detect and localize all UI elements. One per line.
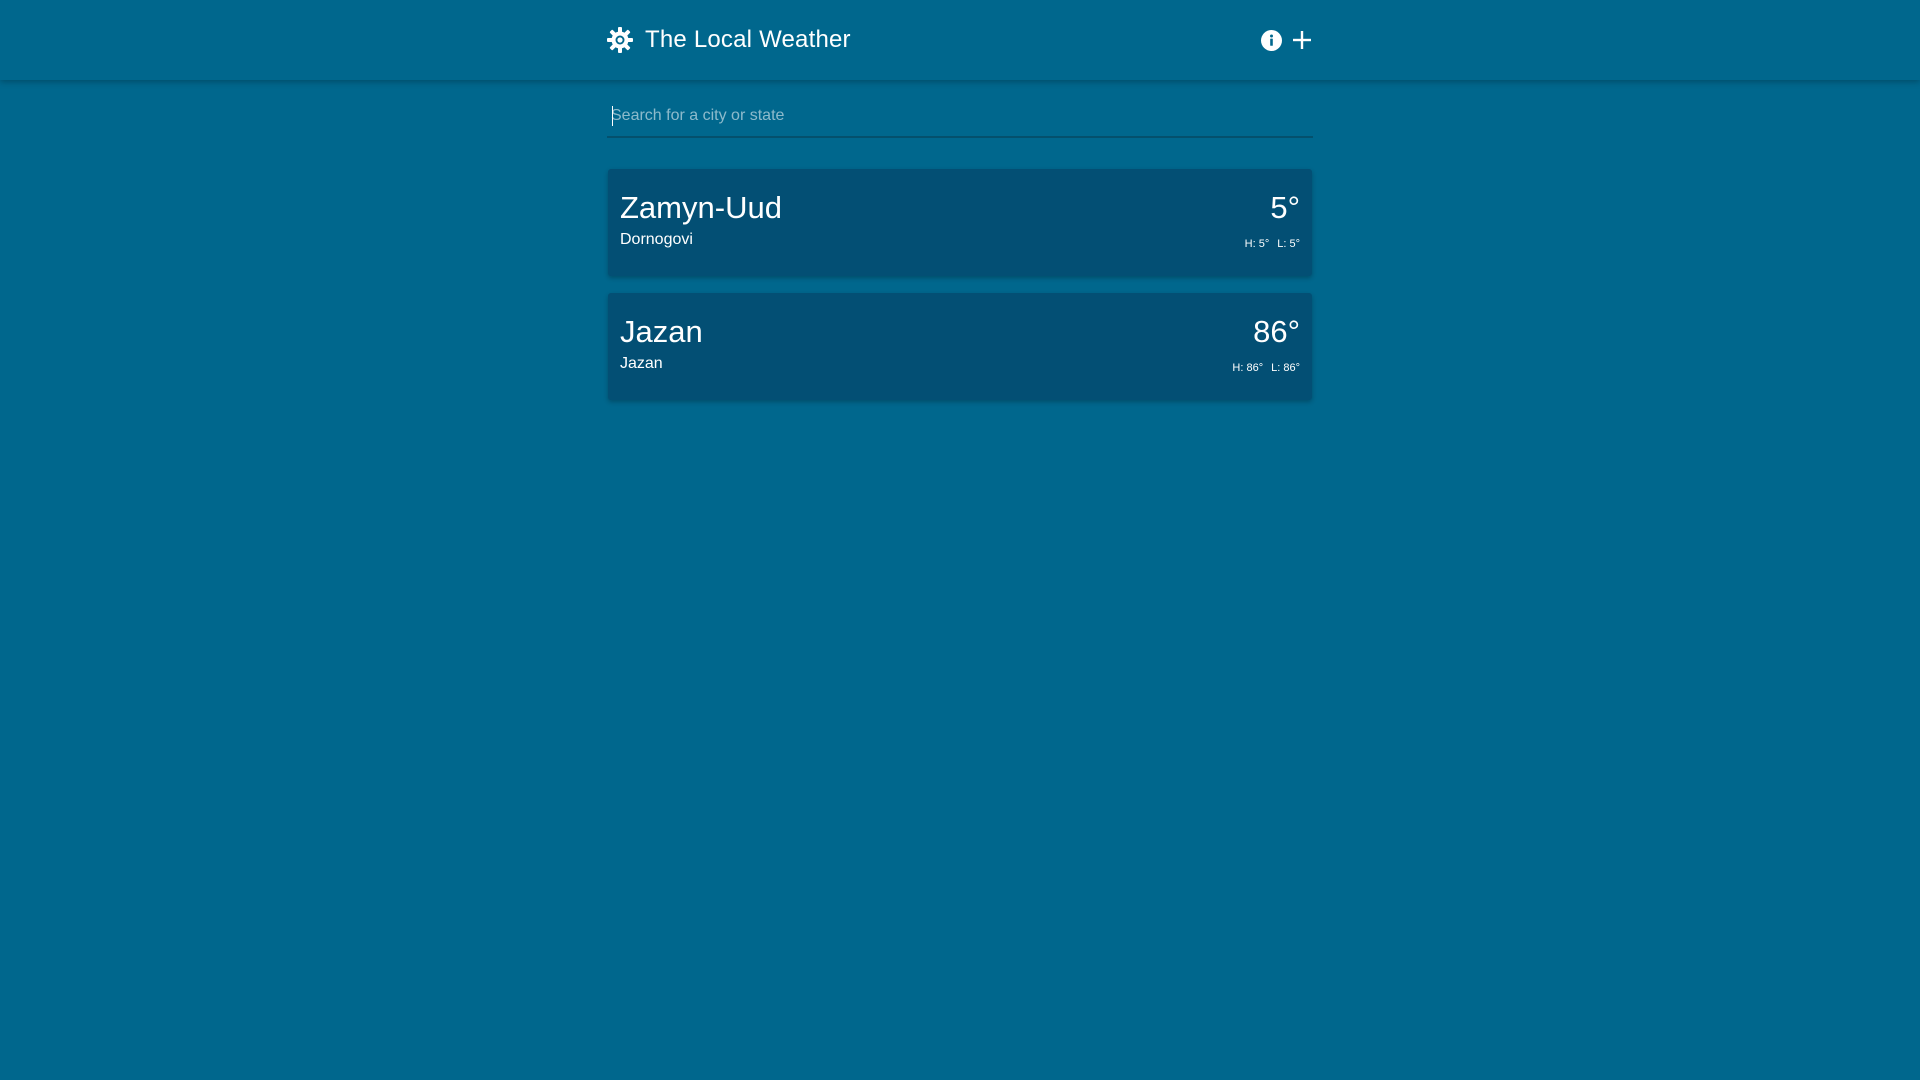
sun-icon	[607, 27, 633, 53]
city-card[interactable]: Zamyn-Uud Dornogovi 5° H: 5° L: 5°	[608, 169, 1312, 276]
city-region: Jazan	[620, 355, 663, 372]
app-header: The Local Weather	[0, 0, 1920, 80]
high-low-temperature: H: 86° L: 86°	[1232, 362, 1300, 374]
info-button[interactable]	[1260, 29, 1282, 51]
high-low-temperature: H: 5° L: 5°	[1245, 238, 1300, 250]
current-temperature: 86°	[1253, 314, 1300, 349]
text-cursor	[612, 106, 613, 126]
low-temperature: L: 5°	[1277, 238, 1300, 250]
city-name: Zamyn-Uud	[620, 190, 782, 225]
header-actions	[1260, 29, 1313, 51]
search-field	[607, 96, 1313, 138]
add-city-button[interactable]	[1291, 29, 1313, 51]
info-icon	[1260, 29, 1282, 51]
search-input[interactable]	[607, 96, 1313, 136]
city-card[interactable]: Jazan Jazan 86° H: 86° L: 86°	[608, 293, 1312, 400]
current-temperature: 5°	[1270, 190, 1300, 225]
city-list: Zamyn-Uud Dornogovi 5° H: 5° L: 5° Jazan…	[608, 169, 1312, 417]
city-region: Dornogovi	[620, 231, 693, 248]
header-bar: The Local Weather	[607, 0, 1313, 80]
high-temperature: H: 5°	[1244, 238, 1270, 250]
app-title: The Local Weather	[645, 26, 851, 53]
plus-icon	[1293, 31, 1311, 49]
brand: The Local Weather	[607, 26, 851, 54]
city-name: Jazan	[620, 314, 703, 349]
high-temperature: H: 86°	[1232, 362, 1264, 374]
low-temperature: L: 86°	[1271, 362, 1300, 374]
